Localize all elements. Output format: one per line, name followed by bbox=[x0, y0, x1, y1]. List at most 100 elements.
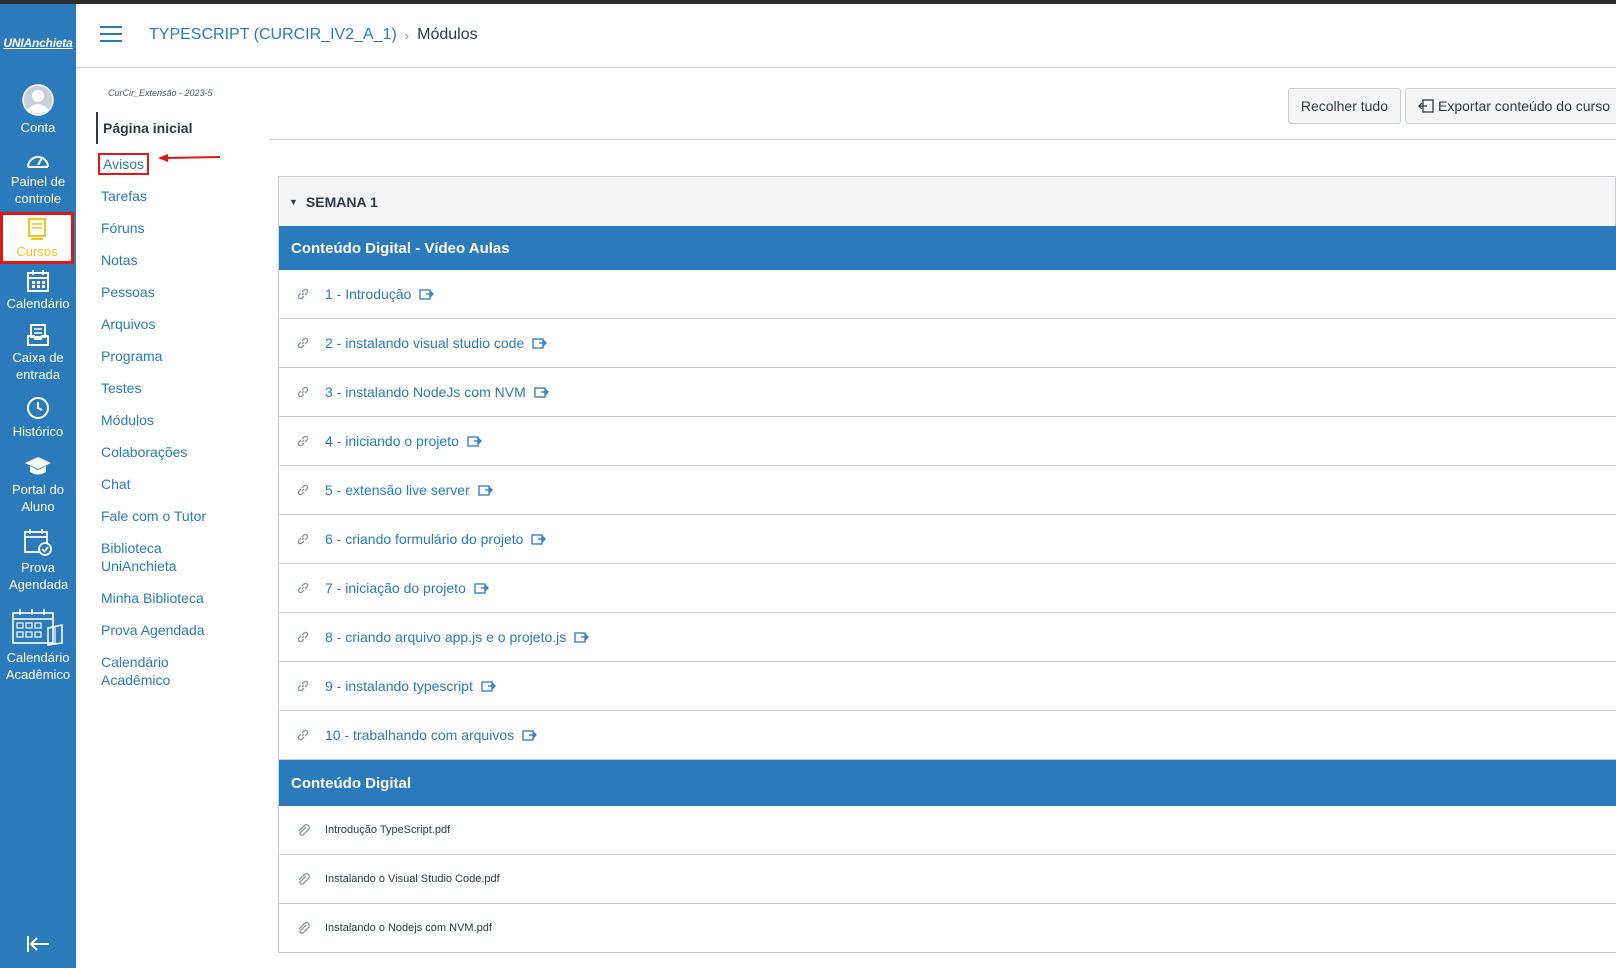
link-icon bbox=[297, 680, 309, 692]
module-item-link[interactable]: 7 - iniciação do projeto bbox=[278, 564, 1616, 613]
module-list: ▼ SEMANA 1 Conteúdo Digital - Vídeo Aula… bbox=[278, 176, 1616, 953]
module-item-title[interactable]: 6 - criando formulário do projeto bbox=[325, 531, 523, 547]
module-item-link[interactable]: 4 - iniciando o projeto bbox=[278, 417, 1616, 466]
course-nav-grades[interactable]: Notas bbox=[96, 244, 266, 276]
collapse-all-button[interactable]: Recolher tudo bbox=[1287, 88, 1401, 124]
global-nav-account[interactable]: Conta bbox=[0, 84, 76, 140]
module-item-link[interactable]: 9 - instalando typescript bbox=[278, 662, 1616, 711]
global-navigation: UNIAnchieta Conta Painel de controle Cur… bbox=[0, 4, 76, 968]
global-nav-dashboard[interactable]: Painel de controle bbox=[0, 150, 76, 208]
module-item-file[interactable]: Instalando o Nodejs com NVM.pdf bbox=[278, 904, 1616, 953]
module-item-link[interactable]: 10 - trabalhando com arquivos bbox=[278, 711, 1616, 760]
breadcrumb-course-link[interactable]: TYPESCRIPT (CURCIR_IV2_A_1) bbox=[149, 26, 397, 44]
course-nav-syllabus[interactable]: Programa bbox=[96, 340, 266, 372]
dashboard-gauge-icon bbox=[27, 156, 49, 168]
collapse-caret-icon: ▼ bbox=[289, 196, 298, 207]
module-item-title[interactable]: 5 - extensão live server bbox=[325, 482, 470, 498]
module-item-title[interactable]: Instalando o Visual Studio Code.pdf bbox=[325, 873, 500, 885]
external-link-icon bbox=[532, 338, 548, 349]
module-item-title[interactable]: 7 - iniciação do projeto bbox=[325, 580, 466, 596]
global-nav-academic-calendar[interactable]: Calendário Acadêmico bbox=[0, 608, 76, 690]
collapse-nav-button[interactable] bbox=[22, 932, 54, 956]
module-item-link[interactable]: 1 - Introdução bbox=[278, 270, 1616, 319]
external-link-icon bbox=[467, 436, 482, 447]
export-course-content-button[interactable]: Exportar conteúdo do curso bbox=[1405, 88, 1616, 124]
course-navigation: CurCir_Extensão - 2023-5 Página inicial … bbox=[96, 80, 266, 696]
module-item-title[interactable]: Introdução TypeScript.pdf bbox=[325, 824, 450, 836]
course-nav-library[interactable]: Biblioteca UniAnchieta bbox=[96, 532, 196, 582]
link-icon bbox=[297, 435, 309, 447]
toolbar-divider bbox=[270, 139, 1616, 140]
course-nav-home[interactable]: Página inicial bbox=[96, 112, 266, 144]
module-item-file[interactable]: Instalando o Visual Studio Code.pdf bbox=[278, 855, 1616, 904]
course-nav-chat[interactable]: Chat bbox=[96, 468, 266, 500]
global-nav-courses[interactable]: Cursos bbox=[0, 212, 74, 264]
module-item-file[interactable]: Introdução TypeScript.pdf bbox=[278, 806, 1616, 855]
module-item-title[interactable]: Instalando o Nodejs com NVM.pdf bbox=[325, 922, 492, 934]
course-nav-discussions[interactable]: Fóruns bbox=[96, 212, 266, 244]
module-item-title[interactable]: 8 - criando arquivo app.js e o projeto.j… bbox=[325, 629, 566, 645]
global-nav-student-portal[interactable]: Portal do Aluno bbox=[0, 456, 76, 516]
module-item-link[interactable]: 6 - criando formulário do projeto bbox=[278, 515, 1616, 564]
course-nav-people[interactable]: Pessoas bbox=[96, 276, 266, 308]
link-icon bbox=[297, 386, 309, 398]
breadcrumb-current: Módulos bbox=[417, 26, 478, 43]
module-title: SEMANA 1 bbox=[305, 193, 378, 210]
course-nav-files[interactable]: Arquivos bbox=[96, 308, 266, 340]
external-link-icon bbox=[474, 583, 489, 594]
logo-text: UNIAnchieta bbox=[3, 35, 73, 50]
link-icon bbox=[297, 533, 309, 545]
course-nav-academic-calendar[interactable]: Calendário Acadêmico bbox=[96, 646, 186, 696]
course-nav-scheduled-exam[interactable]: Prova Agendada bbox=[96, 614, 266, 646]
course-term: CurCir_Extensão - 2023-5 bbox=[108, 88, 213, 98]
global-nav-scheduled-exam[interactable]: Prova Agendada bbox=[0, 528, 76, 594]
collapse-arrow-icon bbox=[27, 936, 49, 952]
module-item-link[interactable]: 5 - extensão live server bbox=[278, 466, 1616, 515]
global-nav-label: Portal do Aluno bbox=[11, 482, 65, 514]
course-nav-my-library[interactable]: Minha Biblioteca bbox=[96, 582, 266, 614]
global-nav-label: Calendário bbox=[6, 296, 70, 311]
logo[interactable]: UNIAnchieta bbox=[0, 4, 76, 81]
academic-calendar-icon bbox=[12, 609, 63, 646]
annotation-arrow-icon bbox=[158, 154, 221, 162]
module-item-title[interactable]: 3 - instalando NodeJs com NVM bbox=[325, 384, 526, 400]
course-nav-modules[interactable]: Módulos bbox=[96, 404, 266, 436]
global-nav-history[interactable]: Histórico bbox=[0, 396, 76, 440]
section-header-video: Conteúdo Digital - Vídeo Aulas bbox=[278, 226, 1616, 270]
video-items-list: 1 - Introdução 2 - instalando visual stud… bbox=[278, 270, 1616, 760]
module-item-link[interactable]: 3 - instalando NodeJs com NVM bbox=[278, 368, 1616, 417]
global-nav-calendar[interactable]: Calendário bbox=[0, 270, 76, 314]
course-nav-quizzes[interactable]: Testes bbox=[96, 372, 266, 404]
courses-book-icon bbox=[28, 218, 46, 240]
module-header[interactable]: ▼ SEMANA 1 bbox=[278, 176, 1616, 226]
global-nav-inbox[interactable]: Caixa de entrada bbox=[0, 324, 76, 386]
attachment-icon bbox=[298, 824, 310, 836]
course-nav-assignments[interactable]: Tarefas bbox=[96, 180, 266, 212]
global-nav-label: Calendário Acadêmico bbox=[5, 650, 71, 682]
calendar-icon bbox=[27, 270, 49, 292]
attachment-icon bbox=[298, 922, 310, 934]
external-link-icon bbox=[522, 730, 538, 741]
course-nav-contact-tutor[interactable]: Fale com o Tutor bbox=[96, 500, 266, 532]
clock-icon bbox=[27, 397, 49, 419]
link-icon bbox=[297, 729, 309, 741]
module-item-link[interactable]: 8 - criando arquivo app.js e o projeto.j… bbox=[278, 613, 1616, 662]
external-link-icon bbox=[534, 387, 549, 398]
course-menu-toggle-icon[interactable] bbox=[100, 26, 122, 44]
module-item-title[interactable]: 2 - instalando visual studio code bbox=[325, 335, 524, 351]
external-link-icon bbox=[478, 485, 493, 496]
file-items-list: Introdução TypeScript.pdf Instalando o Vi… bbox=[278, 806, 1616, 953]
module-item-link[interactable]: 2 - instalando visual studio code bbox=[278, 319, 1616, 368]
link-icon bbox=[297, 288, 309, 300]
inbox-icon bbox=[27, 324, 49, 346]
course-nav-collaborations[interactable]: Colaborações bbox=[96, 436, 266, 468]
external-link-icon bbox=[419, 289, 435, 300]
section-header-digital: Conteúdo Digital bbox=[278, 760, 1616, 806]
export-icon bbox=[1418, 99, 1434, 113]
module-item-title[interactable]: 10 - trabalhando com arquivos bbox=[325, 727, 514, 743]
module-item-title[interactable]: 4 - iniciando o projeto bbox=[325, 433, 459, 449]
modules-toolbar: Recolher tudo Exportar conteúdo do curso bbox=[1287, 88, 1616, 124]
module-item-title[interactable]: 1 - Introdução bbox=[325, 286, 411, 302]
module-item-title[interactable]: 9 - instalando typescript bbox=[325, 678, 473, 694]
attachment-icon bbox=[298, 873, 310, 885]
